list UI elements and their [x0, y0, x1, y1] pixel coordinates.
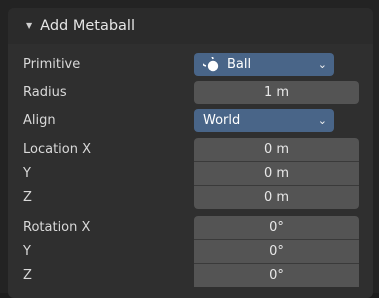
align-value: World — [203, 113, 241, 128]
add-metaball-panel: ▼ Add Metaball Primitive Ball ⌄ Radius 1… — [8, 8, 373, 298]
location-y-field[interactable]: 0 m — [194, 162, 359, 185]
rotation-x-row: Rotation X 0° — [8, 216, 373, 239]
rotation-y-field[interactable]: 0° — [194, 240, 359, 263]
rotation-y-label: Y — [23, 244, 31, 259]
radius-label: Radius — [23, 85, 67, 100]
panel-title: Add Metaball — [40, 18, 135, 34]
rotation-z-field[interactable]: 0° — [194, 264, 359, 287]
location-z-row: Z 0 m — [8, 186, 373, 209]
location-x-label: Location X — [23, 142, 92, 157]
location-z-label: Z — [23, 190, 32, 205]
rotation-x-label: Rotation X — [23, 220, 91, 235]
primitive-label: Primitive — [23, 57, 81, 72]
rotation-z-label: Z — [23, 268, 32, 283]
metaball-ball-icon — [203, 57, 219, 72]
align-row: Align World ⌄ — [8, 109, 373, 132]
location-x-row: Location X 0 m — [8, 138, 373, 161]
chevron-down-icon: ⌄ — [317, 58, 327, 71]
location-y-row: Y 0 m — [8, 162, 373, 185]
collapse-triangle-icon[interactable]: ▼ — [26, 21, 32, 30]
rotation-z-row: Z 0° — [8, 264, 373, 287]
rotation-y-row: Y 0° — [8, 240, 373, 263]
location-x-field[interactable]: 0 m — [194, 138, 359, 161]
primitive-dropdown[interactable]: Ball ⌄ — [194, 53, 334, 76]
app-frame: ▼ Add Metaball Primitive Ball ⌄ Radius 1… — [0, 0, 379, 298]
primitive-value: Ball — [227, 57, 252, 72]
primitive-row: Primitive Ball ⌄ — [8, 53, 373, 76]
rotation-x-field[interactable]: 0° — [194, 216, 359, 239]
panel-header[interactable]: ▼ Add Metaball — [8, 8, 373, 44]
align-label: Align — [23, 113, 56, 128]
align-dropdown[interactable]: World ⌄ — [194, 109, 334, 132]
radius-row: Radius 1 m — [8, 81, 373, 104]
location-z-field[interactable]: 0 m — [194, 186, 359, 209]
location-y-label: Y — [23, 166, 31, 181]
chevron-down-icon: ⌄ — [317, 114, 327, 127]
radius-field[interactable]: 1 m — [194, 81, 359, 104]
